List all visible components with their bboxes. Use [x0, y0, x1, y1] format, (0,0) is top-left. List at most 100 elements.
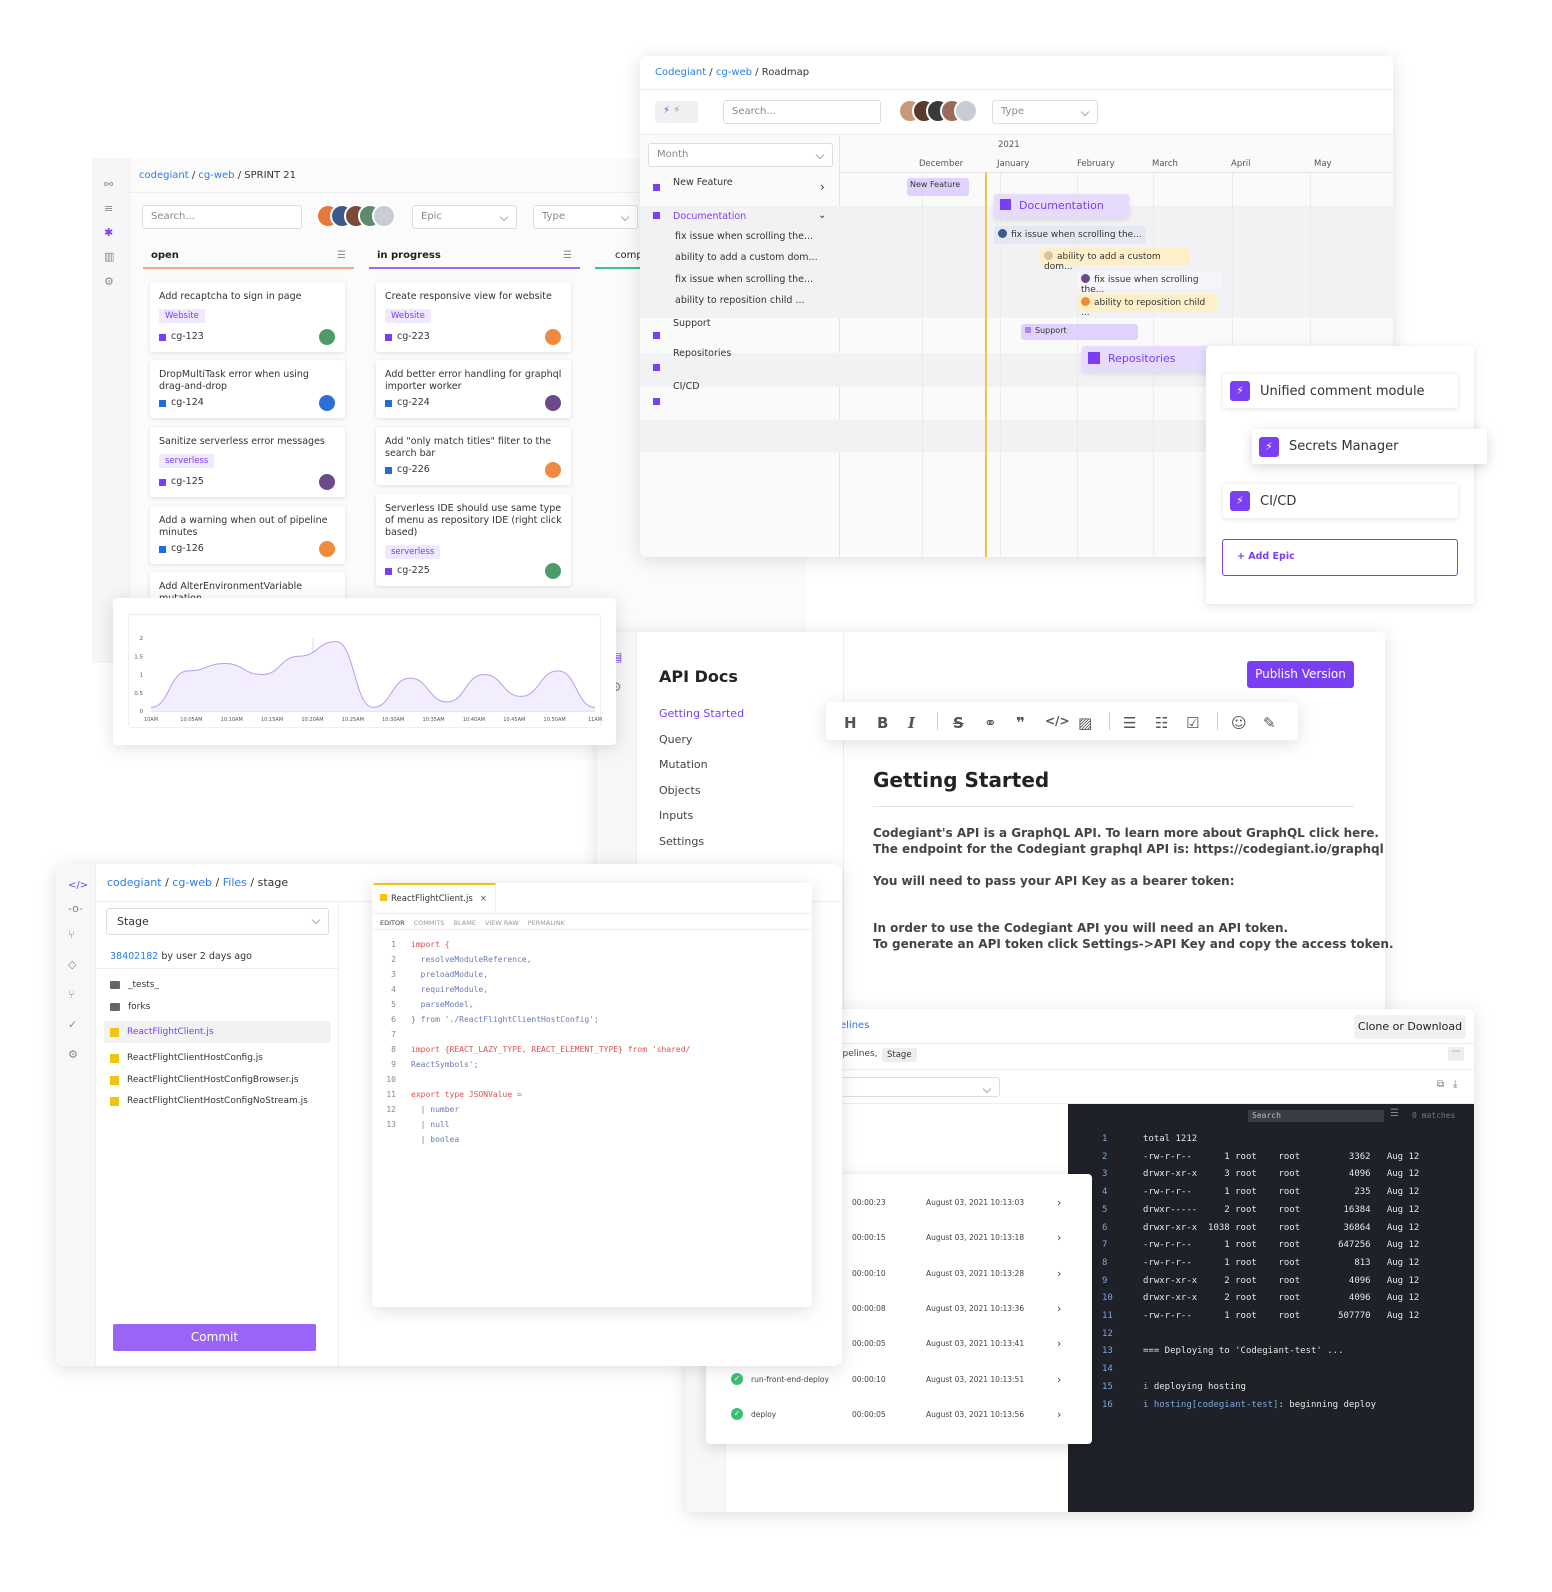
row-cicd[interactable]: CI/CD [673, 381, 700, 392]
view-toggle[interactable]: ⚡ ⚡ [655, 101, 698, 123]
ordered-list-icon[interactable]: ☷ [1155, 714, 1168, 732]
tab-view-raw[interactable]: VIEW RAW [485, 919, 519, 927]
checklist-icon[interactable]: ☑ [1186, 714, 1199, 732]
crumb-repo[interactable]: cg-web [172, 876, 212, 889]
tag-icon[interactable]: ◇ [68, 958, 76, 971]
file-tab[interactable]: ReactFlightClient.js × [372, 883, 496, 913]
crumb-repo[interactable]: cg-web [198, 170, 234, 181]
commit-icon[interactable]: -o- [68, 902, 83, 915]
merge-icon[interactable]: ⑂ [68, 988, 75, 1001]
job-row[interactable]: ✓ deploy 00:00:05 August 03, 2021 10:13:56 › [706, 1407, 1092, 1422]
row-task[interactable]: fix issue when scrolling the... [675, 231, 813, 242]
bar-support[interactable]: Support [1021, 324, 1138, 340]
branch-icon[interactable]: ⑂ [68, 928, 75, 941]
bar-repositories[interactable]: Repositories [1082, 346, 1222, 372]
bar-documentation[interactable]: Documentation [994, 194, 1129, 218]
settings-icon[interactable]: ⚙ [104, 275, 114, 288]
crumb-repo[interactable]: cg-web [716, 67, 752, 78]
avatar[interactable] [954, 99, 978, 123]
chevron-right-icon[interactable]: › [1057, 1373, 1061, 1386]
task-card[interactable]: Serverless IDE should use same type of m… [376, 494, 571, 586]
collapse-icon[interactable]: ⌄ [818, 210, 826, 221]
code-icon[interactable]: </> [1045, 714, 1070, 728]
bar-task[interactable]: ability to reposition child ... [1077, 294, 1217, 318]
crumb-org[interactable]: codegiant [139, 170, 189, 181]
epic-select[interactable]: Epic [412, 205, 517, 229]
close-icon[interactable]: × [480, 894, 487, 904]
pipeline-select[interactable] [836, 1077, 1000, 1097]
italic-icon[interactable]: I [908, 714, 915, 732]
folder-item[interactable]: forks [110, 1002, 150, 1012]
column-menu-icon[interactable]: ☰ [337, 250, 346, 261]
bullet-list-icon[interactable]: ☰ [1123, 714, 1136, 732]
chart-icon[interactable]: ▥ [104, 250, 114, 263]
task-card[interactable]: Add "only match titles" filter to the se… [376, 427, 571, 485]
open-external-icon[interactable]: ⧉ [1437, 1079, 1444, 1090]
bar-task[interactable]: fix issue when scrolling the... [994, 226, 1146, 244]
task-card[interactable]: Create responsive view for website Websi… [376, 282, 571, 352]
chevron-right-icon[interactable]: › [1057, 1337, 1061, 1350]
nav-objects[interactable]: Objects [659, 784, 701, 797]
nav-query[interactable]: Query [659, 733, 692, 746]
task-card[interactable]: Add a warning when out of pipeline minut… [150, 506, 345, 564]
avatar[interactable] [372, 204, 396, 228]
tab-permalink[interactable]: PERMALINK [528, 919, 565, 927]
file-item[interactable]: ReactFlightClientHostConfig.js [110, 1053, 263, 1063]
type-select[interactable]: Type [533, 205, 638, 229]
nav-mutation[interactable]: Mutation [659, 758, 708, 771]
crumb-files[interactable]: Files [223, 876, 247, 889]
bar-new-feature[interactable]: New Feature [907, 178, 969, 196]
commit-button[interactable]: Commit [113, 1324, 316, 1351]
type-select[interactable]: Type [992, 100, 1098, 124]
row-repositories[interactable]: Repositories [673, 348, 731, 359]
tab-editor[interactable]: EDITOR [380, 919, 405, 927]
row-task[interactable]: ability to reposition child ... [675, 295, 805, 306]
strikethrough-icon[interactable]: S [953, 714, 964, 732]
chevron-right-icon[interactable]: › [1057, 1267, 1061, 1280]
publish-version-button[interactable]: Publish Version [1247, 661, 1354, 688]
file-item[interactable]: ReactFlightClient.js [110, 1027, 214, 1037]
chevron-right-icon[interactable]: › [1057, 1196, 1061, 1209]
more-icon[interactable]: ··· [1448, 1047, 1464, 1061]
row-new-feature[interactable]: New Feature [673, 177, 733, 188]
search-input[interactable]: Search... [723, 100, 881, 124]
bar-task[interactable]: fix issue when scrolling the... [1077, 271, 1222, 295]
link-icon[interactable]: ⚭ [984, 714, 997, 732]
heading-icon[interactable]: H [844, 714, 857, 732]
folder-item[interactable]: _tests_ [110, 980, 159, 990]
task-card[interactable]: Add recaptcha to sign in page Website cg… [150, 282, 345, 352]
breadcrumb-tail[interactable]: elines [840, 1020, 869, 1031]
crumb-org[interactable]: Codegiant [655, 67, 706, 78]
crumb-org[interactable]: codegiant [107, 876, 162, 889]
flow-icon[interactable]: ⚯ [104, 178, 113, 191]
emoji-icon[interactable]: ☺ [1231, 714, 1247, 732]
file-item[interactable]: ReactFlightClientHostConfigBrowser.js [110, 1075, 299, 1085]
filter-chip[interactable]: Stage [882, 1048, 917, 1062]
pen-icon[interactable]: ✎ [1263, 714, 1276, 732]
code-icon[interactable]: </> [68, 880, 88, 891]
epic-cicd[interactable]: ⚡ CI/CD [1223, 484, 1458, 518]
image-icon[interactable]: ▨ [1078, 714, 1092, 732]
nav-inputs[interactable]: Inputs [659, 809, 693, 822]
search-input[interactable]: Search... [142, 205, 302, 229]
settings-icon[interactable]: ⚙ [68, 1048, 78, 1061]
tab-blame[interactable]: BLAME [454, 919, 476, 927]
row-support[interactable]: Support [673, 318, 711, 329]
column-menu-icon[interactable]: ☰ [563, 250, 572, 261]
epic-secrets-manager[interactable]: ⚡ Secrets Manager [1252, 429, 1487, 464]
download-icon[interactable]: ⤓ [1453, 1079, 1457, 1090]
commit-hash[interactable]: 38402182 [110, 951, 158, 962]
check-icon[interactable]: ✓ [68, 1018, 77, 1031]
job-row[interactable]: ✓ run-front-end-deploy 00:00:10 August 03, … [706, 1372, 1092, 1387]
task-card[interactable]: Sanitize serverless error messages serve… [150, 427, 345, 497]
clone-or-download-button[interactable]: Clone or Download [1354, 1015, 1466, 1039]
assignee-avatars[interactable] [898, 99, 978, 123]
month-select[interactable]: Month [648, 143, 833, 167]
chevron-right-icon[interactable]: › [1057, 1231, 1061, 1244]
sprint-icon[interactable]: ✱ [104, 226, 113, 239]
assignee-avatars[interactable] [316, 204, 396, 228]
row-task[interactable]: ability to add a custom dom... [675, 252, 818, 263]
quote-icon[interactable]: ❞ [1016, 714, 1025, 732]
search-menu-icon[interactable]: ☰ [1390, 1108, 1399, 1119]
epic-unified-comment-module[interactable]: ⚡ Unified comment module [1223, 374, 1458, 408]
